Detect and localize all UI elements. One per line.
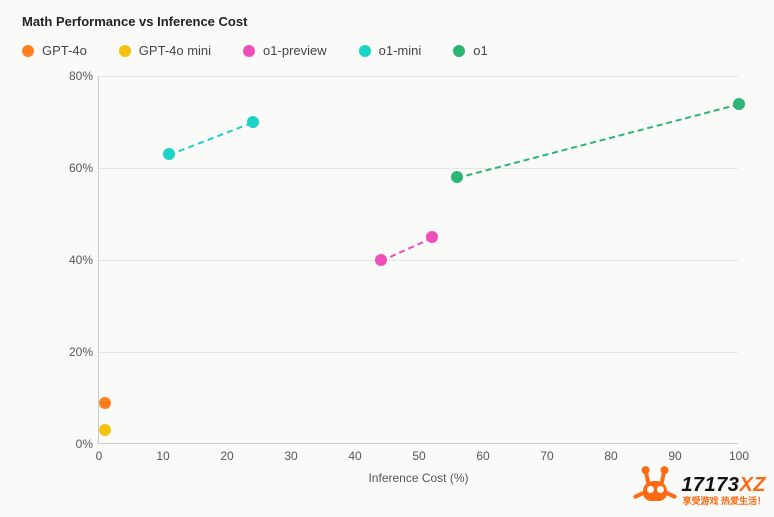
legend-label: o1-preview (263, 43, 327, 58)
legend-item: o1 (453, 43, 487, 58)
data-point (451, 171, 463, 183)
x-tick-label: 40 (348, 449, 361, 463)
data-point (247, 116, 259, 128)
series-connector (380, 237, 432, 262)
x-tick-label: 70 (540, 449, 553, 463)
x-tick-label: 50 (412, 449, 425, 463)
series-connector (169, 122, 253, 156)
x-tick-label: 100 (729, 449, 749, 463)
x-tick-label: 0 (96, 449, 103, 463)
legend-label: GPT-4o (42, 43, 87, 58)
data-point (375, 254, 387, 266)
legend-label: o1 (473, 43, 487, 58)
data-point (733, 98, 745, 110)
legend-item: o1-preview (243, 43, 327, 58)
y-tick-label: 20% (55, 345, 93, 359)
chart-area: AIME Inference Cost (%) 0%20%40%60%80%01… (38, 70, 750, 480)
grid-line (99, 168, 738, 169)
grid-line (99, 260, 738, 261)
grid-line (99, 352, 738, 353)
legend-item: o1-mini (359, 43, 422, 58)
y-tick-label: 60% (55, 161, 93, 175)
data-point (99, 424, 111, 436)
x-axis-label: Inference Cost (%) (368, 471, 468, 485)
x-tick-label: 90 (668, 449, 681, 463)
data-point (99, 397, 111, 409)
data-point (426, 231, 438, 243)
chart-title: Math Performance vs Inference Cost (22, 14, 752, 29)
x-tick-label: 30 (284, 449, 297, 463)
legend-item: GPT-4o mini (119, 43, 211, 58)
plot-region: Inference Cost (%) 0%20%40%60%80%0102030… (98, 76, 738, 444)
legend-label: o1-mini (379, 43, 422, 58)
legend: GPT-4o GPT-4o mini o1-preview o1-mini o1 (22, 43, 752, 58)
x-tick-label: 10 (156, 449, 169, 463)
legend-label: GPT-4o mini (139, 43, 211, 58)
y-tick-label: 40% (55, 253, 93, 267)
mascot-icon (635, 471, 675, 509)
watermark: 17173XZ 享受游戏 热爱生活！ (635, 471, 766, 509)
legend-swatch (119, 45, 131, 57)
legend-swatch (359, 45, 371, 57)
x-tick-label: 80 (604, 449, 617, 463)
legend-swatch (243, 45, 255, 57)
grid-line (99, 76, 738, 77)
y-tick-label: 80% (55, 69, 93, 83)
legend-swatch (453, 45, 465, 57)
watermark-slogan: 享受游戏 热爱生活！ (681, 497, 766, 506)
y-tick-label: 0% (55, 437, 93, 451)
x-tick-label: 20 (220, 449, 233, 463)
x-tick-label: 60 (476, 449, 489, 463)
watermark-brand: 17173XZ (681, 475, 766, 495)
legend-item: GPT-4o (22, 43, 87, 58)
data-point (163, 148, 175, 160)
legend-swatch (22, 45, 34, 57)
